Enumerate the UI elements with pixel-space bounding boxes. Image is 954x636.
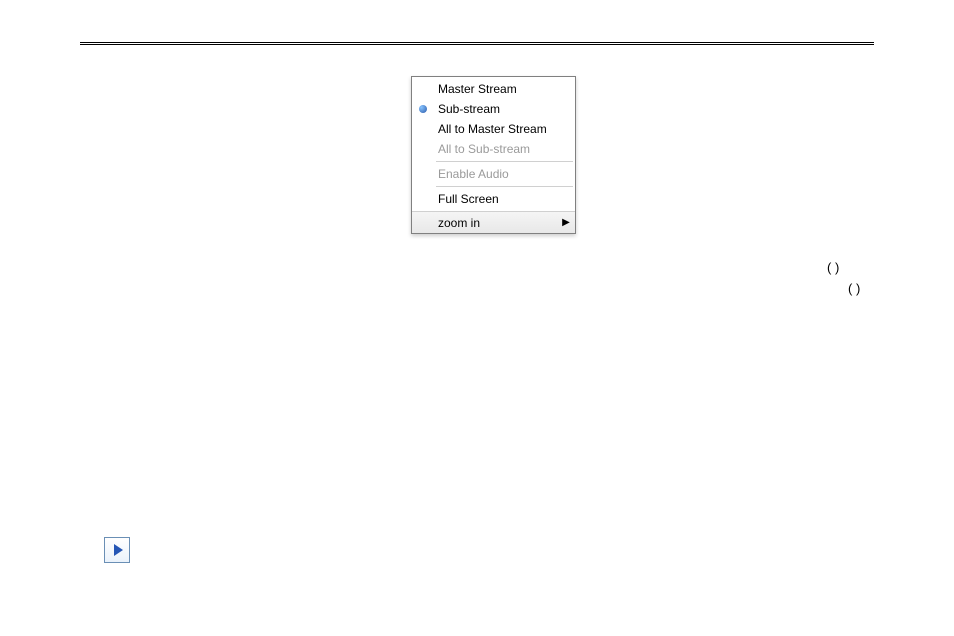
stream-context-menu: Master Stream Sub-stream All to Master S… <box>411 76 576 234</box>
paren-text-1: ( ) <box>827 260 839 275</box>
menu-label: All to Master Stream <box>434 122 575 136</box>
paren-text-2: ( ) <box>848 281 860 296</box>
menu-label: Master Stream <box>434 82 575 96</box>
radio-indicator-selected <box>412 105 434 113</box>
menu-label: Sub-stream <box>434 102 575 116</box>
play-icon <box>114 544 123 556</box>
menu-label: Full Screen <box>434 192 575 206</box>
menu-item-all-sub: All to Sub-stream <box>412 139 575 159</box>
menu-label: Enable Audio <box>434 167 575 181</box>
radio-dot-icon <box>419 105 427 113</box>
menu-item-full-screen[interactable]: Full Screen <box>412 189 575 209</box>
menu-label: zoom in <box>434 216 561 230</box>
menu-item-all-master[interactable]: All to Master Stream <box>412 119 575 139</box>
play-button[interactable] <box>104 537 130 563</box>
chevron-right-icon: ▶ <box>561 217 575 228</box>
menu-label: All to Sub-stream <box>434 142 575 156</box>
menu-item-master-stream[interactable]: Master Stream <box>412 79 575 99</box>
menu-item-sub-stream[interactable]: Sub-stream <box>412 99 575 119</box>
menu-item-zoom-in[interactable]: zoom in ▶ <box>412 211 575 233</box>
double-rule-divider <box>80 42 874 45</box>
menu-item-enable-audio: Enable Audio <box>412 164 575 184</box>
